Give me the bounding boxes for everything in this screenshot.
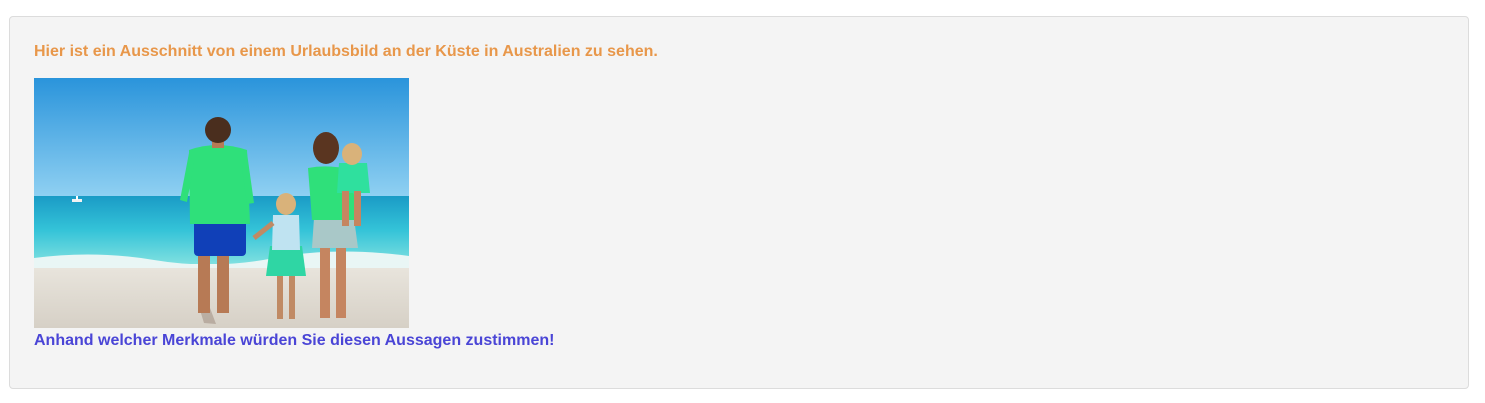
beach-family-photo <box>34 78 409 328</box>
intro-text: Hier ist ein Ausschnitt von einem Urlaub… <box>34 43 658 60</box>
question-text: Anhand welcher Merkmale würden Sie diese… <box>34 332 555 349</box>
content-panel: Hier ist ein Ausschnitt von einem Urlaub… <box>9 16 1469 389</box>
